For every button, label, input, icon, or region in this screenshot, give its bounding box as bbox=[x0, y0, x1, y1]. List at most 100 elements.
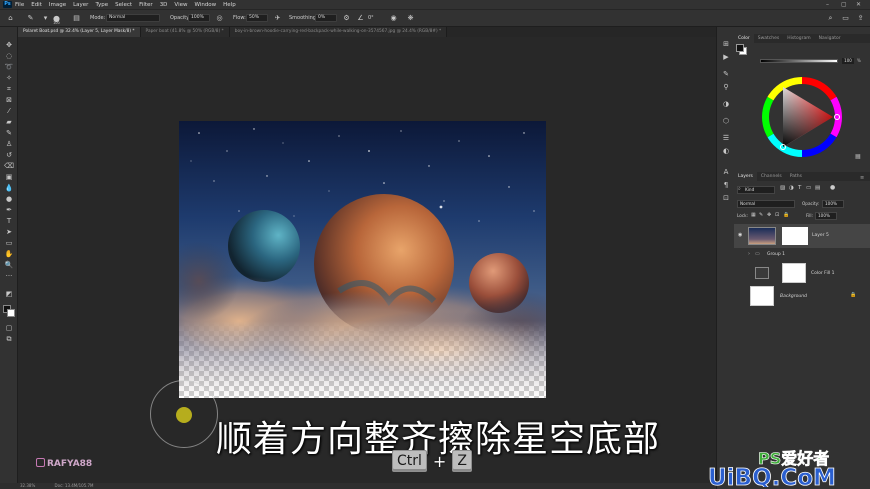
share-icon[interactable]: ⇪ bbox=[856, 14, 865, 23]
quick-mask-icon[interactable]: ▢ bbox=[3, 323, 15, 333]
move-tool-icon[interactable]: ✥ bbox=[3, 40, 15, 50]
paragraph-panel-icon[interactable]: ¶ bbox=[721, 180, 731, 190]
tab-histogram[interactable]: Histogram bbox=[783, 34, 814, 43]
menu-window[interactable]: Window bbox=[194, 2, 216, 8]
fill-field[interactable]: 100% bbox=[815, 212, 837, 220]
brush-panel-icon[interactable]: ✎ bbox=[721, 69, 731, 79]
opacity-field[interactable]: 100% bbox=[188, 14, 210, 22]
mode-select[interactable]: Normal bbox=[106, 14, 160, 22]
color-options-icon[interactable]: ▦ bbox=[855, 153, 861, 160]
character-panel-icon[interactable]: A bbox=[721, 167, 731, 177]
tab-color[interactable]: Color bbox=[734, 34, 754, 43]
filter-toggle-icon[interactable]: ● bbox=[830, 184, 835, 191]
chevron-down-icon[interactable]: ▾ bbox=[41, 14, 50, 23]
layer-mask-thumbnail[interactable] bbox=[782, 227, 808, 245]
filter-shape-icon[interactable]: ▭ bbox=[806, 185, 811, 191]
adjustments-panel-icon[interactable]: ◑ bbox=[721, 99, 731, 109]
hand-tool-icon[interactable]: ✋ bbox=[3, 249, 15, 259]
menu-3d[interactable]: 3D bbox=[160, 2, 168, 8]
menu-image[interactable]: Image bbox=[49, 2, 66, 8]
blend-mode-select[interactable]: Normal bbox=[737, 200, 795, 208]
menu-type[interactable]: Type bbox=[95, 2, 108, 8]
lock-all-icon[interactable]: 🔒 bbox=[783, 212, 789, 218]
styles-panel-icon[interactable]: ◐ bbox=[721, 146, 731, 156]
lock-position-icon[interactable]: ✥ bbox=[767, 212, 771, 218]
chevron-right-icon[interactable]: › bbox=[748, 251, 750, 257]
menu-help[interactable]: Help bbox=[223, 2, 236, 8]
lock-transparent-icon[interactable]: ▦ bbox=[751, 212, 756, 218]
color-wheel[interactable] bbox=[761, 76, 843, 158]
shape-tool-icon[interactable]: ▭ bbox=[3, 238, 15, 248]
minimize-icon[interactable]: – bbox=[826, 1, 829, 8]
photoshop-logo-icon[interactable]: Ps bbox=[3, 1, 12, 8]
brush-settings-panel-icon[interactable]: ⚲ bbox=[721, 82, 731, 92]
brush-tool-icon[interactable]: ✎ bbox=[3, 128, 15, 138]
tab-navigator[interactable]: Navigator bbox=[815, 34, 845, 43]
layer-name[interactable]: Group 1 bbox=[767, 252, 785, 257]
3d-panel-icon[interactable]: ⬡ bbox=[721, 116, 731, 126]
menu-view[interactable]: View bbox=[174, 2, 187, 8]
filter-smart-object-icon[interactable]: ▤ bbox=[815, 185, 820, 191]
color-panel-background-swatch[interactable] bbox=[736, 44, 744, 52]
properties-panel-icon[interactable]: ☰ bbox=[721, 133, 731, 143]
airbrush-icon[interactable]: ✈ bbox=[273, 14, 282, 23]
close-icon[interactable]: ✕ bbox=[856, 1, 861, 8]
path-select-tool-icon[interactable]: ➤ bbox=[3, 227, 15, 237]
default-colors-icon[interactable]: ◩ bbox=[3, 289, 15, 299]
search-icon[interactable]: ⌕ bbox=[826, 14, 835, 23]
tab-swatches[interactable]: Swatches bbox=[754, 34, 784, 43]
visibility-eye-icon[interactable]: ◉ bbox=[738, 232, 742, 238]
eraser-tool-icon[interactable]: ⌫ bbox=[3, 161, 15, 171]
eraser-tool-preset-icon[interactable]: ✎ bbox=[26, 14, 35, 23]
tab-channels[interactable]: Channels bbox=[757, 172, 786, 181]
layer-filter-kind-select[interactable]: Kind bbox=[737, 186, 775, 194]
filter-pixel-icon[interactable]: ▨ bbox=[780, 185, 785, 191]
tab-paths[interactable]: Paths bbox=[786, 172, 806, 181]
home-icon[interactable]: ⌂ bbox=[6, 14, 15, 23]
layer-row-layer-5[interactable]: ◉ Layer 5 bbox=[734, 224, 870, 248]
smoothing-field[interactable]: 0% bbox=[315, 14, 337, 22]
screen-mode-icon[interactable]: ⧉ bbox=[3, 334, 15, 344]
menu-filter[interactable]: Filter bbox=[139, 2, 153, 8]
workspace-icon[interactable]: ▭ bbox=[841, 14, 850, 23]
lock-pixels-icon[interactable]: ✎ bbox=[759, 212, 763, 218]
lock-icon[interactable]: 🔒 bbox=[850, 292, 856, 298]
clone-stamp-tool-icon[interactable]: ♙ bbox=[3, 139, 15, 149]
history-panel-icon[interactable]: ⊞ bbox=[721, 39, 731, 49]
document-canvas[interactable] bbox=[179, 121, 546, 398]
filter-adjustment-icon[interactable]: ◑ bbox=[789, 185, 794, 191]
layer-name[interactable]: Layer 5 bbox=[812, 233, 829, 238]
maximize-icon[interactable]: ▢ bbox=[841, 1, 847, 8]
lock-artboard-icon[interactable]: ⊡ bbox=[775, 212, 779, 218]
layer-mask-thumbnail[interactable] bbox=[782, 263, 806, 283]
gradient-tool-icon[interactable]: ▣ bbox=[3, 172, 15, 182]
brightness-slider[interactable] bbox=[760, 59, 838, 63]
menu-layer[interactable]: Layer bbox=[73, 2, 88, 8]
panel-menu-icon[interactable]: ≡ bbox=[860, 175, 864, 181]
menu-edit[interactable]: Edit bbox=[31, 2, 42, 8]
actions-panel-icon[interactable]: ▶ bbox=[721, 52, 731, 62]
lasso-tool-icon[interactable]: ➰ bbox=[3, 62, 15, 72]
layer-name[interactable]: Background bbox=[780, 294, 807, 299]
zoom-level[interactable]: 32.38% bbox=[20, 483, 35, 488]
background-color-swatch[interactable] bbox=[7, 309, 15, 317]
zoom-tool-icon[interactable]: 🔍 bbox=[3, 260, 15, 270]
pressure-opacity-icon[interactable]: ◎ bbox=[215, 14, 224, 23]
dodge-tool-icon[interactable]: ● bbox=[3, 194, 15, 204]
mask-link-icon[interactable] bbox=[778, 227, 781, 245]
menu-select[interactable]: Select bbox=[115, 2, 132, 8]
healing-brush-tool-icon[interactable]: ▰ bbox=[3, 117, 15, 127]
blur-tool-icon[interactable]: 💧 bbox=[3, 183, 15, 193]
glyphs-panel-icon[interactable]: ⊡ bbox=[721, 193, 731, 203]
brush-settings-icon[interactable]: ▤ bbox=[72, 14, 81, 23]
tab-document-3[interactable]: boy-in-brown-hoodie-carrying-red-backpac… bbox=[229, 27, 448, 37]
layer-name[interactable]: Color Fill 1 bbox=[811, 271, 834, 276]
more-tools-icon[interactable]: ··· bbox=[3, 271, 15, 281]
layer-opacity-field[interactable]: 100% bbox=[822, 200, 844, 208]
layer-row-group-1[interactable]: › ▭ Group 1 bbox=[734, 249, 870, 261]
crop-tool-icon[interactable]: ⌗ bbox=[3, 84, 15, 94]
tab-document-1[interactable]: Polaret Boat.psd @ 32.4% (Layer 5, Layer… bbox=[18, 27, 141, 37]
angle-icon[interactable]: ∠ bbox=[356, 14, 365, 23]
eyedropper-tool-icon[interactable]: ⁄ bbox=[3, 106, 15, 116]
quick-select-tool-icon[interactable]: ✧ bbox=[3, 73, 15, 83]
